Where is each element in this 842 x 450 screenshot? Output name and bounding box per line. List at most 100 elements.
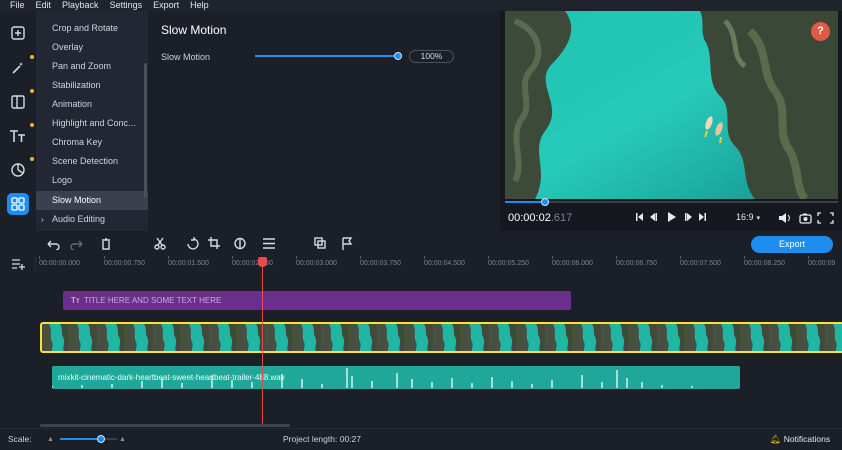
preview-tools bbox=[779, 212, 834, 224]
previous-frame-icon bbox=[650, 213, 657, 221]
list-item-scene-detection[interactable]: Scene Detection bbox=[36, 152, 148, 171]
timecode-main: 00:00:02 bbox=[508, 212, 551, 224]
magic-wand-icon bbox=[12, 62, 23, 74]
timecode-ms: .617 bbox=[550, 212, 573, 224]
more-tools-button[interactable] bbox=[7, 193, 29, 215]
color-adjust-icon bbox=[234, 237, 246, 250]
zoom-out-icon[interactable]: ▲ bbox=[47, 429, 54, 450]
titles-button[interactable] bbox=[7, 125, 29, 147]
import-button[interactable] bbox=[7, 22, 29, 44]
list-item-audio-editing[interactable]: › Audio Editing bbox=[36, 210, 148, 229]
audio-clip[interactable]: mixkit-cinematic-dark-heartbeat-sweet-he… bbox=[52, 366, 740, 389]
menu-settings[interactable]: Settings bbox=[110, 0, 143, 11]
video-clip[interactable] bbox=[40, 322, 842, 353]
scale-slider-fill bbox=[60, 438, 99, 440]
ruler-tick: 00:00:08.250 bbox=[744, 260, 785, 267]
overlay-icon bbox=[314, 237, 326, 249]
scale-label: Scale: bbox=[8, 434, 32, 444]
next-frame-icon bbox=[685, 213, 692, 221]
panel-title: Slow Motion bbox=[161, 23, 227, 37]
menu-edit[interactable]: Edit bbox=[36, 0, 52, 11]
titles-icon bbox=[10, 130, 25, 142]
ruler-tick: 00:00:04.500 bbox=[424, 260, 465, 267]
project-length: Project length: 00:27 bbox=[283, 429, 361, 450]
title-clip[interactable]: Tт TITLE HERE AND SOME TEXT HERE bbox=[63, 291, 571, 310]
ruler-tick: 00:00:09 bbox=[808, 260, 836, 267]
playback-scrubber[interactable] bbox=[541, 198, 549, 206]
list-item-highlight[interactable]: Highlight and Conc... bbox=[36, 114, 148, 133]
titles-icon: Tт bbox=[71, 296, 80, 305]
ruler-tick: 00:00:06.750 bbox=[616, 260, 657, 267]
import-icon bbox=[11, 26, 25, 40]
timecode: 00:00:02.617 bbox=[508, 212, 572, 224]
list-item-slow-motion[interactable]: Slow Motion bbox=[36, 191, 148, 210]
ruler-tick: 00:00:00.750 bbox=[104, 260, 145, 267]
stickers-icon bbox=[11, 163, 25, 177]
ruler-tick: 00:00:00.000 bbox=[39, 260, 80, 267]
new-badge-dot bbox=[30, 55, 34, 59]
notifications-label: Notifications bbox=[783, 434, 831, 444]
help-button[interactable]: ? bbox=[811, 22, 830, 41]
notifications-button[interactable]: 🔔︎ Notifications bbox=[770, 429, 830, 450]
speed-slider-track[interactable] bbox=[255, 52, 402, 60]
playhead-line bbox=[262, 258, 263, 424]
filters-button[interactable] bbox=[7, 57, 29, 79]
transitions-button[interactable] bbox=[7, 91, 29, 113]
audio-clip-name: mixkit-cinematic-dark-heartbeat-sweet-he… bbox=[58, 373, 285, 382]
menu-export[interactable]: Export bbox=[153, 0, 179, 11]
clip-properties-icon bbox=[263, 238, 275, 249]
ruler-tick: 00:00:03.750 bbox=[360, 260, 401, 267]
zoom-in-icon[interactable]: ▲ bbox=[119, 429, 126, 450]
marker-icon bbox=[342, 237, 353, 250]
scale-slider[interactable] bbox=[60, 435, 117, 443]
go-to-start-icon bbox=[636, 213, 643, 221]
list-item-chroma-key[interactable]: Chroma Key bbox=[36, 133, 148, 152]
fullscreen-icon bbox=[817, 212, 834, 224]
menu-help[interactable]: Help bbox=[190, 0, 209, 11]
new-badge-dot bbox=[30, 89, 34, 93]
ruler-tick: 00:00:06.000 bbox=[552, 260, 593, 267]
rotate-icon bbox=[187, 237, 199, 250]
list-item-crop-rotate[interactable]: Crop and Rotate bbox=[36, 19, 148, 38]
transport-controls bbox=[636, 212, 706, 222]
scale-slider-thumb[interactable] bbox=[97, 435, 105, 443]
stickers-button[interactable] bbox=[7, 159, 29, 181]
list-item-stabilization[interactable]: Stabilization bbox=[36, 76, 148, 95]
slow-motion-panel: Slow Motion Slow Motion 100% bbox=[148, 11, 500, 231]
timeline-ruler[interactable]: 00:00:00.000 00:00:00.750 00:00:01.500 0… bbox=[36, 256, 842, 270]
aspect-ratio-value: 16:9 bbox=[736, 212, 754, 222]
ruler-tick: 00:00:03.000 bbox=[296, 260, 337, 267]
timeline-toolbar: Export bbox=[0, 231, 842, 256]
speed-value-field[interactable]: 100% bbox=[409, 50, 454, 63]
list-item-logo[interactable]: Logo bbox=[36, 171, 148, 190]
speed-slider-fill bbox=[255, 55, 400, 57]
menu-file[interactable]: File bbox=[10, 0, 25, 11]
volume-icon bbox=[779, 213, 790, 223]
timeline-scrollbar[interactable] bbox=[40, 424, 290, 427]
menu-playback[interactable]: Playback bbox=[62, 0, 99, 11]
export-button[interactable]: Export bbox=[751, 236, 833, 253]
transitions-icon bbox=[11, 95, 25, 109]
list-item-animation[interactable]: Animation bbox=[36, 95, 148, 114]
project-length-label: Project length: bbox=[283, 434, 338, 444]
add-track-icon[interactable] bbox=[11, 258, 25, 270]
bell-icon: 🔔︎ bbox=[770, 434, 781, 444]
playback-progress-bar[interactable] bbox=[505, 198, 838, 206]
cut-icon bbox=[154, 237, 166, 250]
project-length-value: 00:27 bbox=[339, 434, 361, 444]
title-clip-text: TITLE HERE AND SOME TEXT HERE bbox=[83, 296, 222, 305]
new-badge-dot bbox=[30, 157, 34, 161]
playhead-handle[interactable] bbox=[258, 257, 267, 267]
list-scrollbar[interactable] bbox=[144, 63, 147, 198]
list-item-pan-zoom[interactable]: Pan and Zoom bbox=[36, 57, 148, 76]
new-badge-dot bbox=[30, 123, 34, 127]
aspect-ratio-dropdown[interactable]: 16:9 ▾ bbox=[736, 212, 760, 222]
list-item-overlay[interactable]: Overlay bbox=[36, 38, 148, 57]
ruler-tick: 00:00:05.250 bbox=[488, 260, 529, 267]
status-bar: Scale: ▲ ▲ Project length: 00:27 🔔︎ Notif… bbox=[0, 428, 842, 450]
list-item-label: Audio Editing bbox=[52, 214, 106, 224]
speed-slider-thumb[interactable] bbox=[394, 52, 402, 60]
video-thumbnails bbox=[42, 324, 842, 351]
crop-icon bbox=[208, 237, 220, 249]
menu-bar: File Edit Playback Settings Export Help bbox=[0, 0, 842, 11]
